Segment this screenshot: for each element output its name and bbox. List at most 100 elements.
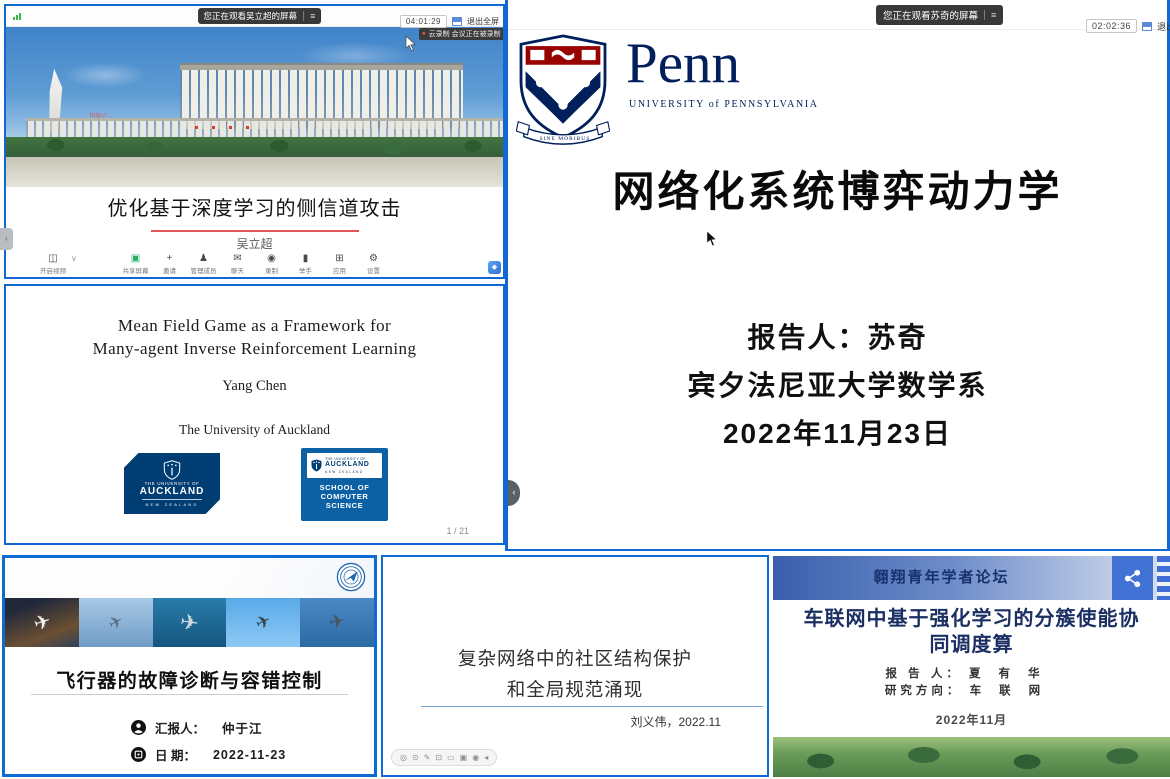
forum-header-bar: 翱翔青年学者论坛 <box>773 556 1170 600</box>
collapsed-sidebar-handle[interactable]: ‹ <box>0 228 13 250</box>
laser-pointer-icon[interactable]: ◎ <box>400 754 407 762</box>
toolbar-settings-button[interactable]: ⚙ 设置 <box>357 253 391 275</box>
slide-author: 吴立超 <box>6 235 503 252</box>
stage-timer-row: 02:02:36 退出全屏 <box>1086 19 1170 33</box>
banner-menu-icon[interactable]: ≡ <box>984 10 996 20</box>
auckland-crest-icon <box>163 460 181 480</box>
penn-wordmark: Penn <box>626 34 740 94</box>
transport-photo: ✈ <box>300 598 374 647</box>
photo-watermark: http://… <box>90 113 113 119</box>
tree-line <box>6 137 503 156</box>
recording-notice: ● 云录制 会议正在被录制 <box>419 28 503 40</box>
header-stripe-decoration <box>1157 556 1170 600</box>
watching-banner: 您正在观看吴立超的屏幕 ≡ <box>198 8 322 24</box>
settings-gear-icon: ⚙ <box>369 253 378 264</box>
slide-window-vanet: 翱翔青年学者论坛 车联网中基于强化学习的分簇使能协同调度算 报 告 人： 夏有华… <box>773 553 1170 779</box>
apps-icon: ⊞ <box>335 253 343 264</box>
invite-icon: + <box>167 253 173 264</box>
toolbar-video-button[interactable]: ◫ 开启视频 <box>36 253 70 275</box>
stage-affiliation: 宾夕法尼亚大学数学系 <box>508 364 1167 404</box>
title-underline <box>31 694 348 695</box>
university-emblem-icon <box>336 562 366 592</box>
stage-panel-handle[interactable]: ‹ <box>508 480 520 506</box>
exit-fullscreen-button[interactable]: 退出全屏 <box>1157 20 1170 33</box>
slide-title: 优化基于深度学习的侧信道攻击 <box>6 192 503 221</box>
presentation-control-bar: ◎ ⊙ ✎ ⊡ ▭ ▣ ◉ ◂ <box>391 749 497 766</box>
expand-icon[interactable]: ⊡ <box>435 754 442 762</box>
share-screen-icon: ▣ <box>131 253 140 264</box>
mouse-cursor-black <box>706 230 719 247</box>
grid-view-icon[interactable]: ▣ <box>460 754 468 762</box>
stage-presenter: 报告人：苏奇 <box>508 316 1167 356</box>
stage-topbar: 您正在观看苏奇的屏幕 ≡ <box>508 0 1167 30</box>
slide-title-line1: 复杂网络中的社区结构保护 <box>383 645 767 671</box>
banner-menu-icon[interactable]: ≡ <box>303 11 315 21</box>
stage-date: 2022年11月23日 <box>508 412 1167 452</box>
slides-view-icon[interactable]: ▭ <box>447 754 455 762</box>
meeting-timer-row: 04:01:29 退出全屏 <box>400 15 499 28</box>
exit-fullscreen-button[interactable]: 退出全屏 <box>467 16 499 27</box>
record-icon: ◉ <box>267 253 276 264</box>
exit-fullscreen-icon[interactable] <box>452 17 462 26</box>
penn-motto: SINE MORIBUS <box>530 136 600 142</box>
recording-dot-icon: ● <box>422 31 426 37</box>
chat-icon: ✉ <box>233 253 241 264</box>
recording-notice-text: 云录制 会议正在被录制 <box>429 29 501 39</box>
flag-row <box>195 126 249 129</box>
research-field-row: 研究方向： 车联网 <box>773 682 1170 698</box>
meeting-timer: 04:01:29 <box>400 15 447 28</box>
shared-screen-photo: http://… ● 云录制 会议正在被录制 <box>6 27 503 187</box>
auckland-crest-small-icon <box>311 459 322 472</box>
toolbar-record-button[interactable]: ◉ 录制 <box>255 253 289 275</box>
watching-banner: 您正在观看苏奇的屏幕 ≡ <box>876 5 1003 25</box>
penn-university-line: UNIVERSITY of PENNSYLVANIA <box>629 99 819 110</box>
presenter-row: 报 告 人： 夏有华 <box>773 665 1170 681</box>
toolbar-invite-button[interactable]: + 邀请 <box>153 253 187 275</box>
campus-aerial-photo <box>773 737 1170 777</box>
slide-title-line2: 和全局规范涌现 <box>383 676 767 702</box>
meeting-grid: 您正在观看吴立超的屏幕 ≡ 04:01:29 退出全屏 http://… ● 云… <box>0 0 1170 779</box>
aircraft-photo-band: ✈ ✈ ✈ ✈ ✈ <box>5 598 374 647</box>
signal-strength-icon <box>13 13 21 20</box>
slide-page-number: 1 / 21 <box>446 526 469 536</box>
slide-author: Yang Chen <box>6 378 503 395</box>
share-button[interactable] <box>1112 556 1153 600</box>
title-rule <box>421 706 763 707</box>
school-of-computer-science-logo: THE UNIVERSITY OF AUCKLAND NEW ZEALAND S… <box>301 448 388 521</box>
presenter-row: 汇报人： 仲于江 <box>131 718 263 737</box>
main-stage-suqi: 您正在观看苏奇的屏幕 ≡ 02:02:36 退出全屏 SINE MORIBUS … <box>505 0 1170 551</box>
meeting-window-wulichao: 您正在观看吴立超的屏幕 ≡ 04:01:29 退出全屏 http://… ● 云… <box>4 4 505 279</box>
toolbar-raise-hand-button[interactable]: ▮ 举手 <box>289 253 323 275</box>
mouse-cursor-white <box>405 35 418 52</box>
person-icon <box>131 720 146 735</box>
slide-title: 飞行器的故障诊断与容错控制 <box>5 666 374 693</box>
flying-wing-photo: ✈ <box>153 598 227 647</box>
airliner-photo: ✈ <box>5 598 79 647</box>
slide-affiliation: The University of Auckland <box>6 422 503 438</box>
floating-app-icon[interactable]: ◆ <box>488 261 501 274</box>
toolbar-share-screen-button[interactable]: ▣ 共享屏幕 <box>119 253 153 275</box>
camera-icon: ◫ <box>48 253 57 264</box>
toolbar-members-button[interactable]: ♟ 管理成员 <box>187 253 221 275</box>
exit-fullscreen-icon[interactable] <box>1142 22 1152 31</box>
video-dropdown-caret[interactable]: ∨ <box>71 254 77 263</box>
record-dot-icon[interactable]: ◉ <box>472 754 479 762</box>
meeting-toolbar: ◫ 开启视频 ∨ ▣ 共享屏幕 + 邀请 ♟ 管理成员 <box>6 251 503 277</box>
toolbar-apps-button[interactable]: ⊞ 应用 <box>323 253 357 275</box>
pointer-options-icon[interactable]: ⊙ <box>412 754 419 762</box>
pen-icon[interactable]: ✎ <box>424 754 431 762</box>
fighter-photo: ✈ <box>79 598 153 647</box>
slide-title: 车联网中基于强化学习的分簇使能协同调度算 <box>797 606 1146 658</box>
slide-top-strip <box>5 558 374 598</box>
slide-title-line2: Many-agent Inverse Reinforcement Learnin… <box>6 339 503 359</box>
slide-title-line1: Mean Field Game as a Framework for <box>6 316 503 336</box>
calendar-icon <box>131 747 146 762</box>
slide-title-block: 优化基于深度学习的侧信道攻击 吴立超 2022/11/23 <box>6 187 503 251</box>
raise-hand-icon: ▮ <box>303 253 309 264</box>
watching-banner-text: 您正在观看苏奇的屏幕 <box>883 8 978 22</box>
plaza-ground <box>6 157 503 187</box>
slide-window-network: 复杂网络中的社区结构保护 和全局规范涌现 刘义伟，2022.11 ◎ ⊙ ✎ ⊡… <box>381 555 769 777</box>
members-icon: ♟ <box>199 253 208 264</box>
toolbar-chat-button[interactable]: ✉ 聊天 <box>221 253 255 275</box>
collapse-chevron-icon[interactable]: ◂ <box>484 754 488 762</box>
